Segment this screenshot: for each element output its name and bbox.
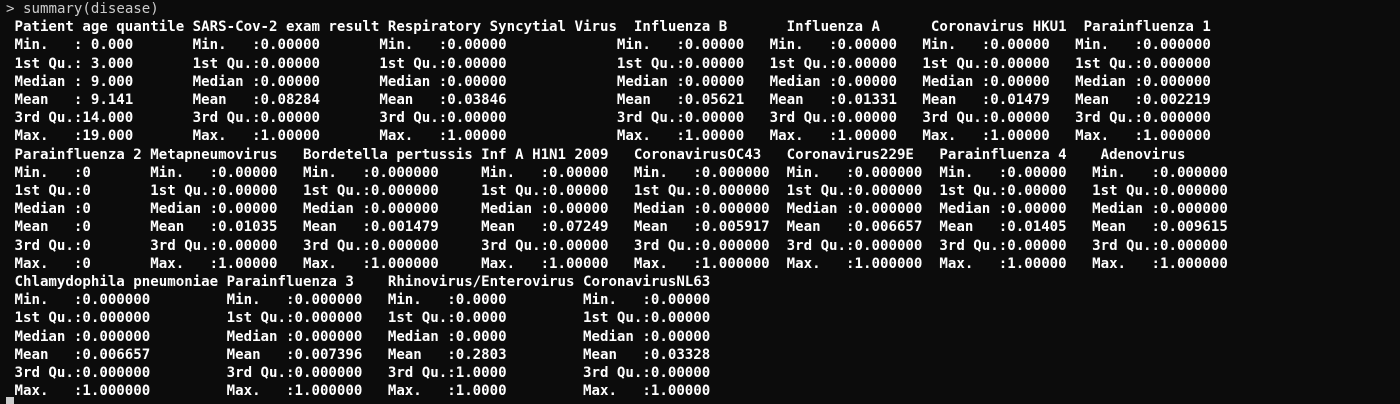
r-console[interactable]: > summary(disease) Patient age quantile … [0,0,1400,404]
output-line: Mean :0.006657 Mean :0.007396 Mean :0.28… [6,346,711,363]
output-line: 1st Qu.:0 1st Qu.:0.00000 1st Qu.:0.0000… [6,183,1228,199]
output-line: Chlamydophila pneumoniae Parainfluenza 3… [6,274,711,290]
output-line: Min. : 0.000 Min. :0.00000 Min. :0.00000… [6,37,1211,54]
command-text: summary(disease) [23,1,159,17]
text-cursor [6,397,14,404]
prompt-symbol: > [6,1,15,17]
output-line: Parainfluenza 2 Metapneumovirus Bordetel… [6,146,1186,163]
output-line: Median :0.000000 Median :0.000000 Median… [6,328,711,345]
output-line: Mean : 9.141 Mean :0.08284 Mean :0.03846… [6,92,1211,108]
command-line[interactable]: > summary(disease) [6,0,159,18]
output-line: Max. :19.000 Max. :1.00000 Max. :1.00000… [6,128,1211,145]
output-line: Min. :0 Min. :0.00000 Min. :0.000000 Min… [6,164,1228,181]
output-line: Max. :1.000000 Max. :1.000000 Max. :1.00… [6,383,711,400]
output-line: 1st Qu.:0.000000 1st Qu.:0.000000 1st Qu… [6,310,711,327]
output-line: Min. :0.000000 Min. :0.000000 Min. :0.00… [6,292,711,309]
output-line: Patient age quantile SARS-Cov-2 exam res… [6,19,1211,36]
output-line: Median : 9.000 Median :0.00000 Median :0… [6,73,1211,90]
output-line: 3rd Qu.:14.000 3rd Qu.:0.00000 3rd Qu.:0… [6,110,1211,127]
output-line: Median :0 Median :0.00000 Median :0.0000… [6,201,1228,218]
output-line: Mean :0 Mean :0.01035 Mean :0.001479 Mea… [6,219,1228,236]
output-line: 1st Qu.: 3.000 1st Qu.:0.00000 1st Qu.:0… [6,55,1211,72]
output-line: 3rd Qu.:0.000000 3rd Qu.:0.000000 3rd Qu… [6,365,711,381]
output-line: 3rd Qu.:0 3rd Qu.:0.00000 3rd Qu.:0.0000… [6,237,1228,254]
output-line: Max. :0 Max. :1.00000 Max. :1.000000 Max… [6,255,1228,272]
